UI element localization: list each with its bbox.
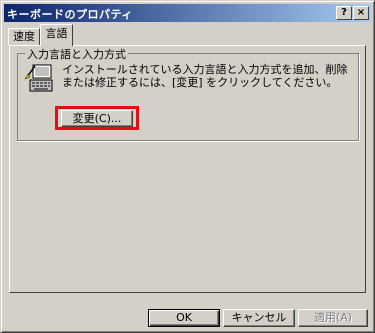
close-button[interactable]: ×	[353, 6, 369, 20]
keyboard-properties-dialog: キーボードのプロパティ ? × 速度 言語 入力言語と入力方式 インストールされ…	[0, 0, 375, 333]
window-title: キーボードのプロパティ	[7, 8, 133, 21]
highlight-box	[55, 106, 139, 130]
groupbox-title: 入力言語と入力方式	[25, 46, 128, 62]
cancel-button[interactable]: キャンセル	[223, 309, 295, 327]
tab-speed-label: 速度	[13, 30, 35, 43]
tab-speed[interactable]: 速度	[8, 28, 40, 45]
tab-language-label: 言語	[45, 27, 68, 40]
help-icon: ?	[341, 7, 347, 18]
tab-language[interactable]: 言語	[40, 24, 73, 46]
ok-button[interactable]: OK	[148, 309, 220, 327]
close-icon: ×	[356, 7, 366, 18]
title-bar[interactable]: キーボードのプロパティ ? ×	[4, 4, 371, 22]
apply-button[interactable]: 適用(A)	[298, 309, 368, 327]
apply-button-label: 適用(A)	[313, 311, 353, 324]
keyboard-input-icon	[24, 63, 55, 95]
help-button[interactable]: ?	[336, 6, 352, 20]
ok-button-label: OK	[176, 311, 192, 324]
cancel-button-label: キャンセル	[231, 311, 287, 324]
group-description: インストールされている入力言語と入力方式を追加、削除または修正するには、[変更]…	[62, 63, 348, 89]
